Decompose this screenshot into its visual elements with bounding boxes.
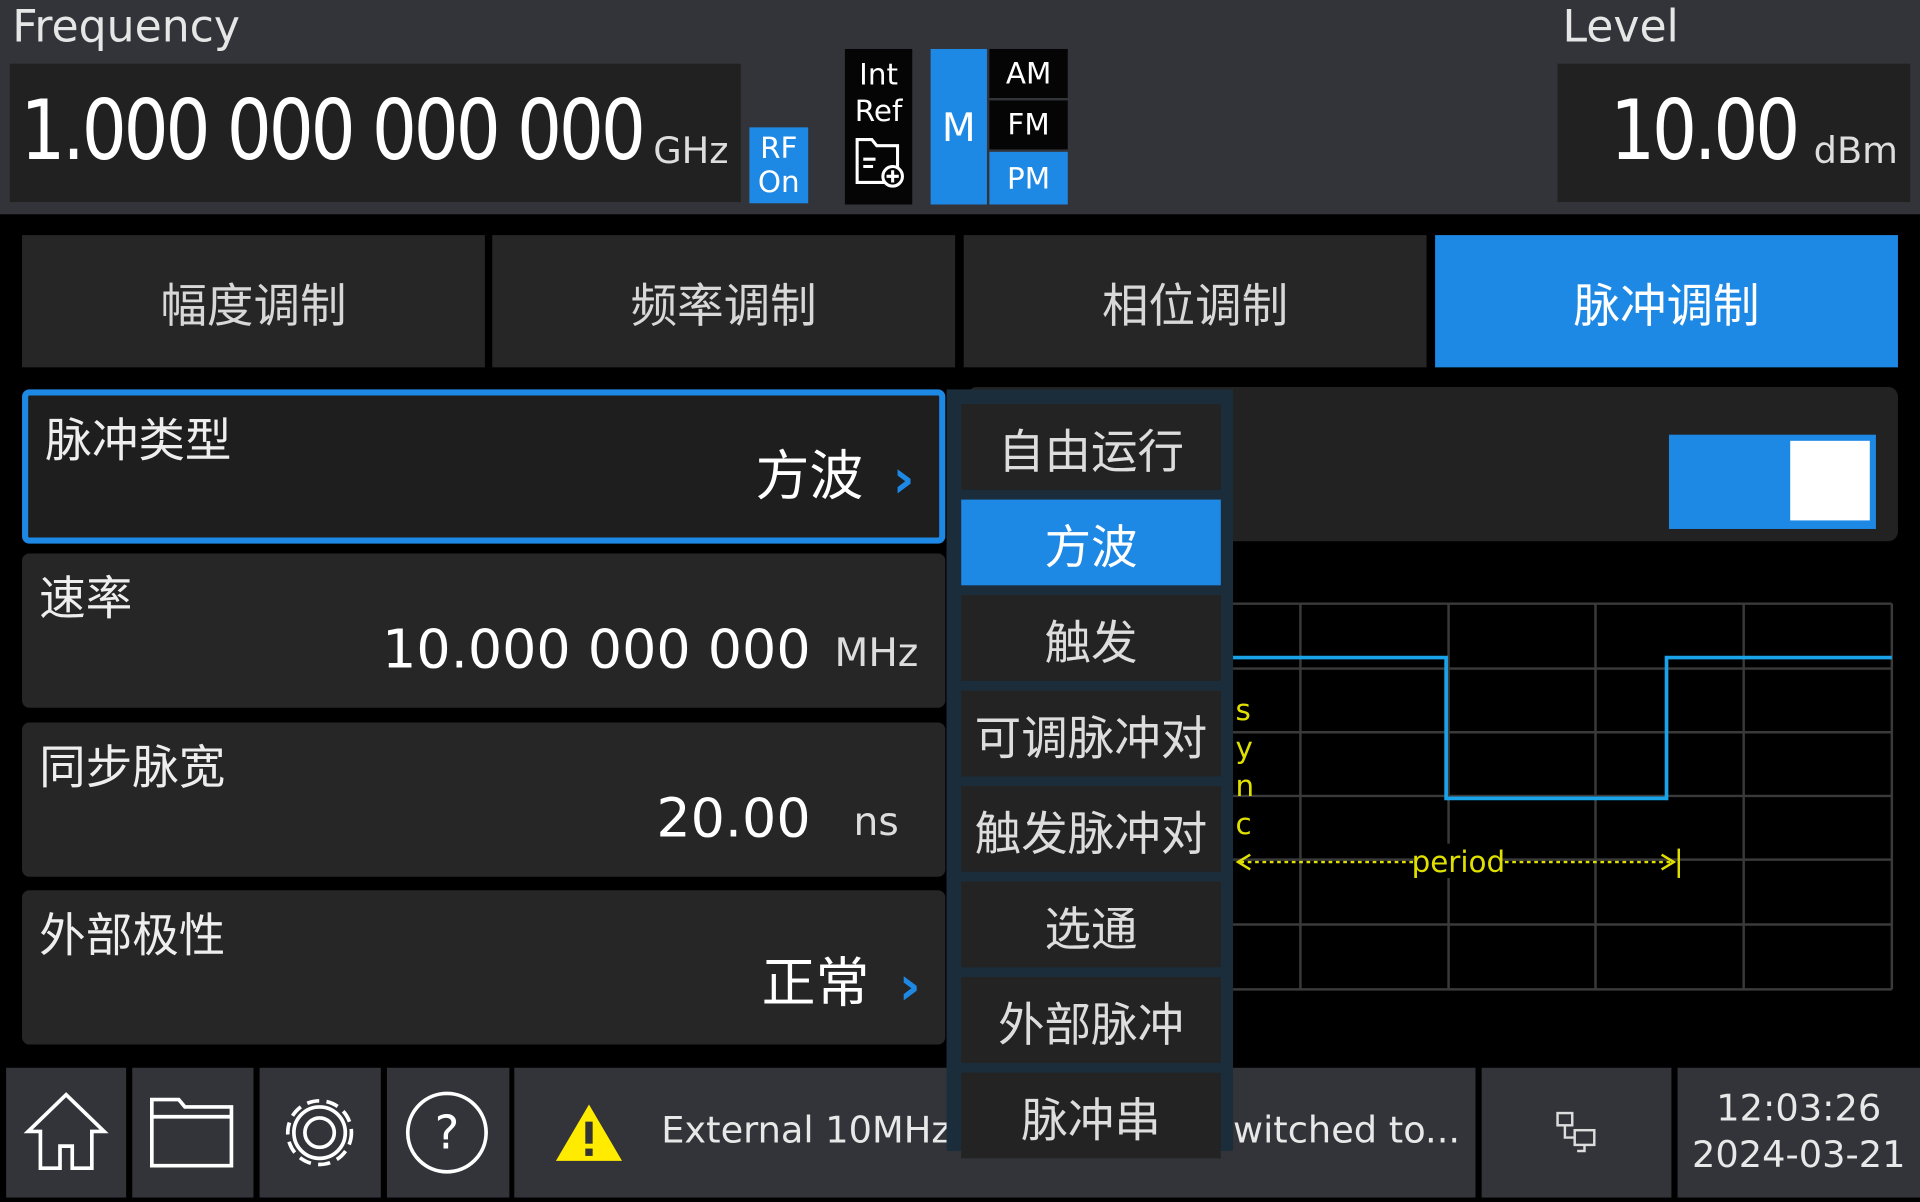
chevron-right-icon: › bbox=[892, 448, 915, 511]
param-label: 速率 bbox=[39, 571, 133, 626]
tab-0[interactable]: 幅度调制 bbox=[22, 235, 485, 368]
toggle-knob bbox=[1790, 440, 1870, 521]
settings-button[interactable] bbox=[259, 1067, 381, 1198]
pulse-toggle[interactable] bbox=[1668, 434, 1876, 529]
level-value: 10.00 bbox=[1610, 83, 1801, 181]
param-label: 脉冲类型 bbox=[45, 413, 232, 468]
ref-line2: Ref bbox=[854, 94, 903, 129]
level-field[interactable]: 10.00 dBm bbox=[1557, 63, 1911, 203]
time: 12:03:26 bbox=[1716, 1087, 1882, 1131]
dropdown-option[interactable]: 脉冲串 bbox=[961, 1072, 1221, 1159]
pulse-type-dropdown[interactable]: 自由运行方波触发可调脉冲对触发脉冲对选通外部脉冲脉冲串 bbox=[946, 389, 1234, 1159]
param-value: 20.00 bbox=[656, 787, 811, 850]
svg-text:?: ? bbox=[435, 1106, 460, 1160]
help-icon: ? bbox=[405, 1091, 488, 1174]
frequency-value: 1.000 000 000 000 bbox=[20, 83, 646, 181]
network-button[interactable] bbox=[1481, 1067, 1672, 1198]
status-text-right: witched to... bbox=[1233, 1109, 1461, 1153]
home-button[interactable] bbox=[6, 1067, 127, 1198]
dropdown-option[interactable]: 触发 bbox=[961, 595, 1221, 681]
param-unit: MHz bbox=[834, 629, 919, 676]
mod-indicator-fm: FM bbox=[989, 100, 1068, 150]
param-row-2[interactable]: 同步脉宽 20.00 ns bbox=[22, 722, 946, 877]
level-unit: dBm bbox=[1813, 129, 1898, 173]
param-value: 正常 bbox=[761, 952, 870, 1016]
rf-line1: RF bbox=[760, 131, 798, 166]
sync-label-char: y bbox=[1236, 731, 1253, 765]
rf-line2: On bbox=[757, 165, 800, 200]
dropdown-option[interactable]: 自由运行 bbox=[961, 404, 1221, 490]
tab-3[interactable]: 脉冲调制 bbox=[1435, 235, 1898, 368]
datetime: 12:03:26 2024-03-21 bbox=[1677, 1067, 1920, 1198]
ref-line1: Int bbox=[859, 57, 898, 92]
param-row-0[interactable]: 脉冲类型方波 › bbox=[22, 389, 946, 544]
param-value: 10.000 000 000 bbox=[382, 618, 811, 681]
period-label: period bbox=[1412, 845, 1506, 879]
status-text-left: External 10MHz i bbox=[661, 1109, 973, 1153]
gear-icon bbox=[285, 1098, 354, 1167]
modulation-button[interactable]: M bbox=[930, 48, 987, 205]
frequency-field[interactable]: 1.000 000 000 000 GHz bbox=[9, 63, 741, 203]
param-row-1[interactable]: 速率 10.000 000 000 MHz bbox=[22, 553, 946, 708]
sync-label-char: s bbox=[1236, 693, 1251, 727]
param-row-3[interactable]: 外部极性正常 › bbox=[22, 890, 946, 1045]
param-unit: ns bbox=[853, 798, 899, 845]
dropdown-option[interactable]: 触发脉冲对 bbox=[961, 786, 1221, 872]
sync-label-char: c bbox=[1236, 807, 1252, 841]
frequency-label: Frequency bbox=[12, 2, 240, 53]
dropdown-option[interactable]: 选通 bbox=[961, 881, 1221, 968]
folder-icon bbox=[150, 1097, 234, 1168]
tab-1[interactable]: 频率调制 bbox=[492, 235, 956, 368]
rf-on-button[interactable]: RF On bbox=[749, 127, 809, 204]
warning-icon bbox=[555, 1104, 623, 1161]
ref-button[interactable]: Int Ref bbox=[844, 48, 913, 205]
pulse-waveform bbox=[1230, 655, 1892, 801]
tab-2[interactable]: 相位调制 bbox=[963, 235, 1427, 368]
dropdown-option[interactable]: 方波 bbox=[961, 499, 1221, 586]
home-icon bbox=[23, 1092, 109, 1171]
pulse-diagram: sync period bbox=[1229, 602, 1894, 991]
param-value: 方波 bbox=[755, 445, 864, 509]
level-label: Level bbox=[1562, 2, 1679, 53]
sync-label-char: n bbox=[1236, 769, 1255, 803]
date: 2024-03-21 bbox=[1692, 1133, 1906, 1177]
param-label: 外部极性 bbox=[39, 908, 226, 963]
mod-indicator-pm: PM bbox=[989, 151, 1068, 205]
help-button[interactable]: ? bbox=[386, 1067, 510, 1198]
mod-indicator-am: AM bbox=[989, 48, 1068, 98]
dropdown-option[interactable]: 外部脉冲 bbox=[961, 977, 1221, 1063]
files-button[interactable] bbox=[132, 1067, 254, 1198]
chevron-right-icon: › bbox=[898, 955, 921, 1018]
folder-add-icon bbox=[855, 138, 904, 188]
frequency-unit: GHz bbox=[653, 129, 729, 173]
dropdown-option[interactable]: 可调脉冲对 bbox=[961, 690, 1221, 777]
param-label: 同步脉宽 bbox=[39, 740, 226, 795]
network-icon bbox=[1555, 1111, 1595, 1153]
